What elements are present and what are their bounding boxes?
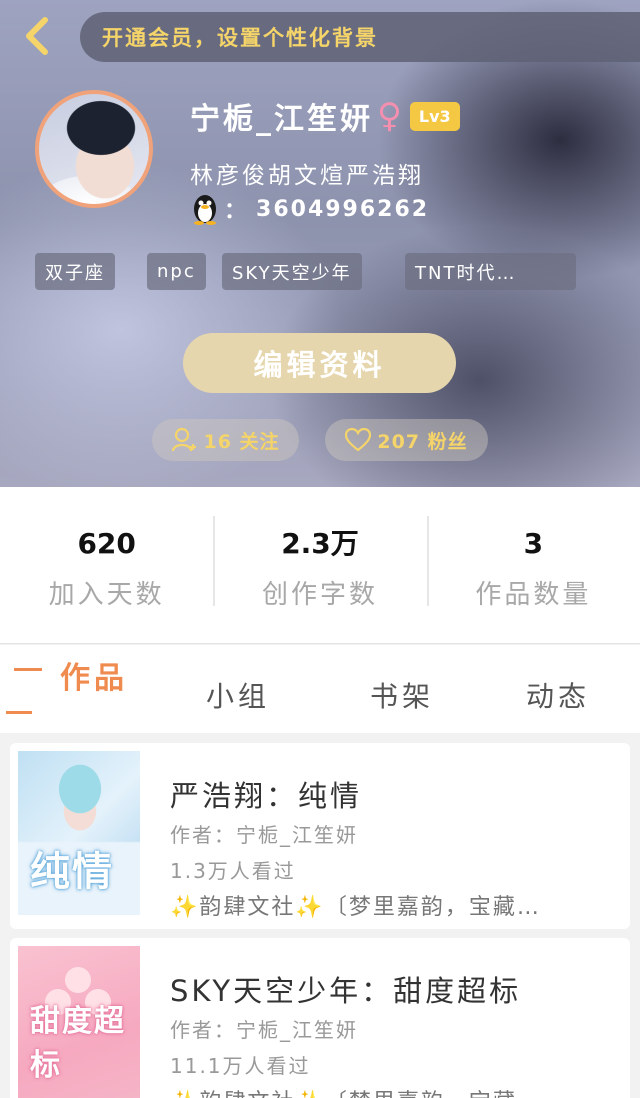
book-description: ✨韵肆文社✨〔梦里嘉韵，宝藏… xyxy=(170,889,610,921)
vip-banner[interactable]: 开通会员，设置个性化背景 xyxy=(80,12,640,62)
stat-label: 加入天数 xyxy=(48,579,165,610)
book-cover: 甜度超标 xyxy=(18,946,140,1098)
tab-bookshelf[interactable]: 书架 xyxy=(370,675,434,715)
username-row: 宁栀_江笙妍 ♀ Lv3 xyxy=(190,96,460,137)
avatar[interactable] xyxy=(35,90,153,208)
tag-zodiac[interactable]: 双子座 xyxy=(35,253,115,290)
cover-title: 甜度超标 xyxy=(30,1004,126,1083)
book-views: 11.1万人看过 xyxy=(170,1054,311,1078)
tag-sky[interactable]: SKY天空少年 xyxy=(222,253,362,290)
book-org: 韵肆文社 xyxy=(199,895,296,920)
stat-work-count: 3 作品数量 xyxy=(426,515,640,611)
qq-row: ： 3604996262 xyxy=(190,192,429,226)
stat-value: 620 xyxy=(77,526,136,560)
book-author: 作者：宁栀_江笙妍 xyxy=(170,1018,358,1042)
stats-strip: 620 加入天数 2.3万 创作字数 3 作品数量 xyxy=(0,487,640,644)
followers-button[interactable]: 207 粉丝 xyxy=(325,419,488,461)
book-title: SKY天空少年：甜度超标 xyxy=(170,974,522,1008)
book-author: 作者：宁栀_江笙妍 xyxy=(170,823,358,847)
back-button[interactable] xyxy=(14,14,58,58)
username: 宁栀_江笙妍 xyxy=(190,102,373,137)
tab-works[interactable]: 作品 xyxy=(60,653,128,697)
stat-value: 2.3万 xyxy=(281,526,359,560)
tab-groups[interactable]: 小组 xyxy=(206,675,270,715)
book-cover: 纯情 xyxy=(18,751,140,915)
book-description: ✨韵肆文社✨〔梦里嘉韵，宝藏… xyxy=(170,1084,610,1098)
book-card[interactable]: 纯情 严浩翔：纯情 作者：宁栀_江笙妍 1.3万人看过 ✨韵肆文社✨〔梦里嘉韵，… xyxy=(10,743,630,929)
tab-bar: 作品 小组 书架 动态 xyxy=(0,645,640,733)
add-user-icon xyxy=(172,427,197,452)
tag-tnt[interactable]: TNT时代… xyxy=(405,253,576,290)
book-views: 1.3万人看过 xyxy=(170,859,296,883)
following-label: 16 关注 xyxy=(203,430,280,453)
tab-activity[interactable]: 动态 xyxy=(526,675,590,715)
qq-penguin-icon xyxy=(194,195,216,225)
qq-number: 3604996262 xyxy=(256,196,430,222)
bio-text: 林彦俊胡文煊严浩翔 xyxy=(190,163,424,189)
stat-label: 创作字数 xyxy=(261,579,378,610)
edit-profile-button[interactable]: 编辑资料 xyxy=(183,333,456,393)
active-tab-indicator xyxy=(14,668,42,671)
profile-header: 开通会员，设置个性化背景 宁栀_江笙妍 ♀ Lv3 林彦俊胡文煊严浩翔 ： 36… xyxy=(0,0,640,487)
chevron-left-icon xyxy=(26,17,48,55)
following-button[interactable]: 16 关注 xyxy=(152,419,299,461)
heart-icon xyxy=(345,428,372,452)
followers-label: 207 粉丝 xyxy=(377,430,468,453)
qq-colon: ： xyxy=(224,199,247,224)
cover-title: 纯情 xyxy=(30,849,114,895)
stat-label: 作品数量 xyxy=(475,579,592,610)
stat-word-count: 2.3万 创作字数 xyxy=(213,515,426,611)
book-title: 严浩翔：纯情 xyxy=(170,779,363,813)
book-org: 韵肆文社 xyxy=(199,1090,295,1098)
book-desc-suffix: ✨〔梦里嘉韵，宝藏… xyxy=(295,895,541,920)
book-card[interactable]: 甜度超标 SKY天空少年：甜度超标 作者：宁栀_江笙妍 11.1万人看过 ✨韵肆… xyxy=(10,938,630,1098)
sparkle-icon: ✨ xyxy=(170,1090,199,1098)
level-badge: Lv3 xyxy=(409,101,460,131)
female-icon: ♀ xyxy=(377,96,402,136)
active-tab-underline xyxy=(6,711,32,714)
tag-npc[interactable]: npc xyxy=(147,253,206,290)
stat-join-days: 620 加入天数 xyxy=(0,520,213,611)
stat-value: 3 xyxy=(523,526,544,560)
sparkle-icon: ✨ xyxy=(170,895,200,920)
book-desc-suffix: ✨〔梦里嘉韵，宝藏… xyxy=(295,1090,540,1098)
